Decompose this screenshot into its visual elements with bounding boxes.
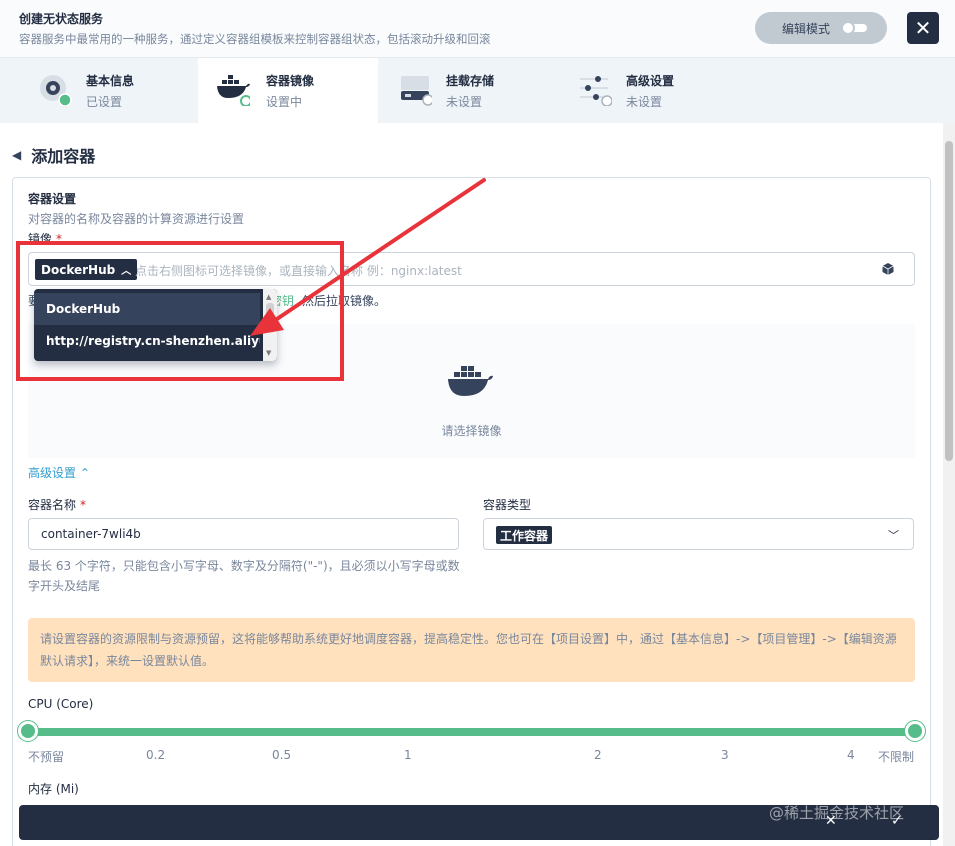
tab-advanced-settings[interactable]: 高级设置 未设置 bbox=[578, 58, 758, 123]
cpu-limit-handle[interactable] bbox=[905, 721, 925, 741]
cpu-tick: 2 bbox=[594, 748, 602, 762]
modal-title: 创建无状态服务 bbox=[19, 12, 104, 26]
resource-warning: 请设置容器的资源限制与资源预留，这将能够帮助系统更好地调度容器，提高稳定性。您也… bbox=[28, 618, 915, 682]
page-heading: ◀ 添加容器 bbox=[12, 143, 95, 167]
cpu-slider-track[interactable] bbox=[28, 728, 915, 736]
cpu-tick: 0.5 bbox=[272, 748, 292, 762]
tab-mount-storage-name: 挂载存储 bbox=[446, 74, 495, 88]
tab-basic-info-status: 已设置 bbox=[86, 95, 123, 109]
cpu-tick: 4 bbox=[847, 748, 855, 762]
settings-sliders-icon bbox=[580, 76, 612, 106]
storage-icon bbox=[401, 76, 432, 106]
tab-advanced-settings-status: 未设置 bbox=[626, 95, 663, 109]
modal-description: 容器服务中最常用的一种服务，通过定义容器组模板来控制容器组状态，包括滚动升级和回… bbox=[19, 32, 491, 46]
close-icon: ✕ bbox=[914, 16, 932, 40]
annotation-highlight-box bbox=[16, 241, 344, 381]
toggle-switch-icon bbox=[841, 21, 867, 35]
step-tabs: 基本信息 已设置 容器镜像 设置中 挂载存储 未设置 高级设置 未设置 bbox=[0, 58, 955, 123]
cpu-tick: 0.2 bbox=[146, 748, 166, 762]
tab-basic-info[interactable]: 基本信息 已设置 bbox=[0, 58, 180, 123]
tab-advanced-settings-name: 高级设置 bbox=[626, 74, 675, 88]
container-name-label: 容器名称 * bbox=[28, 498, 87, 512]
cpu-tick: 不预留 bbox=[28, 750, 65, 764]
memory-label: 内存 (Mi) bbox=[28, 782, 79, 796]
container-type-select[interactable]: 工作容器 ﹀ bbox=[483, 518, 914, 550]
cpu-request-handle[interactable] bbox=[18, 721, 38, 741]
docker-icon bbox=[217, 75, 250, 106]
content-area: ◀ 添加容器 容器设置 对容器的名称及容器的计算资源进行设置 镜像 * Docke… bbox=[0, 123, 943, 846]
edit-mode-label: 编辑模式 bbox=[782, 21, 831, 36]
edit-mode-toggle[interactable]: 编辑模式 bbox=[755, 12, 887, 44]
section-title: 容器设置 bbox=[28, 192, 77, 206]
basic-info-icon bbox=[40, 75, 72, 106]
cpu-tick: 3 bbox=[721, 748, 729, 762]
cpu-label: CPU (Core) bbox=[28, 697, 94, 711]
tab-mount-storage-status: 未设置 bbox=[446, 95, 483, 109]
tab-container-image-name: 容器镜像 bbox=[266, 74, 315, 88]
docker-whale-icon bbox=[448, 366, 493, 396]
chevron-down-icon: ﹀ bbox=[888, 529, 899, 542]
container-type-value: 工作容器 bbox=[496, 526, 553, 544]
advanced-settings-link[interactable]: 高级设置 ⌃ bbox=[28, 464, 90, 481]
cube-icon[interactable] bbox=[882, 263, 894, 275]
back-arrow-icon[interactable]: ◀ bbox=[12, 148, 21, 162]
cpu-tick: 1 bbox=[404, 748, 412, 762]
close-button[interactable]: ✕ bbox=[907, 12, 939, 44]
tab-container-image-status: 设置中 bbox=[266, 95, 303, 109]
tab-basic-info-name: 基本信息 bbox=[86, 74, 135, 88]
tab-container-image[interactable]: 容器镜像 设置中 bbox=[198, 58, 378, 123]
page-scrollbar[interactable] bbox=[943, 123, 955, 846]
watermark: @稀土掘金技术社区 bbox=[769, 804, 905, 822]
section-description: 对容器的名称及容器的计算资源进行设置 bbox=[28, 212, 245, 226]
tab-mount-storage[interactable]: 挂载存储 未设置 bbox=[398, 58, 578, 123]
container-type-label: 容器类型 bbox=[483, 498, 532, 512]
container-name-input[interactable]: container-7wli4b bbox=[28, 518, 459, 550]
cpu-tick: 不限制 bbox=[878, 750, 915, 764]
modal-header: 创建无状态服务 容器服务中最常用的一种服务，通过定义容器组模板来控制容器组状态，… bbox=[0, 0, 955, 58]
page-title: 添加容器 bbox=[31, 147, 96, 166]
empty-state-text: 请选择镜像 bbox=[441, 424, 502, 438]
container-name-hint: 最长 63 个字符，只能包含小写字母、数字及分隔符("-")，且必须以小写字母或… bbox=[28, 559, 460, 593]
